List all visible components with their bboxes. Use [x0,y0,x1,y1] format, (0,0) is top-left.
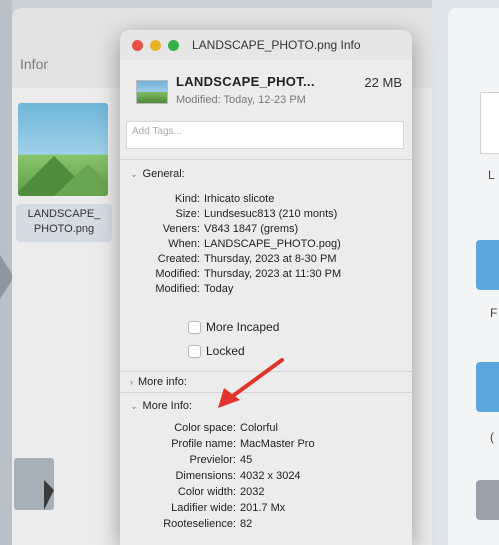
more-info-value: MacMaster Pro [240,438,315,450]
zoom-button[interactable] [168,40,179,51]
more-info-value: 45 [240,454,253,466]
close-button[interactable] [132,40,143,51]
general-key: Size: [175,208,200,220]
tags-input[interactable]: Add Tags... [126,121,404,149]
minimize-button[interactable] [150,40,161,51]
general-key: When: [168,238,200,250]
more-incaped-label: More Incaped [206,320,280,334]
more-info-expanded-toggle[interactable]: ⌄ More Info: [130,400,192,412]
right-item-label: ( [490,430,494,444]
background-window-title: Infor [20,56,49,72]
general-row-when: When: LANDSCAPE_PHOTO.pog) [120,238,412,253]
right-item-label: L [488,168,495,182]
more-info-value: 2032 [240,486,265,498]
locked-checkbox[interactable] [188,345,201,358]
general-key: Kind: [174,193,200,205]
more-info-key: Color width: [177,486,236,498]
general-row-veners: Veners: V843 1847 (grems) [120,223,412,238]
general-row-modified-today: Modified: Today [120,283,412,298]
file-modified-date: Modified: Today, 12-23 PM [176,94,306,106]
more-info-key: Rooteselience: [163,518,236,530]
mouse-cursor-icon [44,480,54,510]
more-info-row-rooteselience: Rooteselience: 82 [120,518,412,533]
more-info-value: 4032 x 3024 [240,470,301,482]
chevron-down-icon: ⌄ [130,169,138,179]
mountain-shape [54,164,108,196]
more-info-key: Ladifier wide: [171,502,236,514]
general-section-label: General: [142,168,185,180]
image-file-icon [136,80,168,104]
folder-icon[interactable] [476,480,499,520]
more-info-key: Dimensions: [175,470,236,482]
general-value: Thursday, 2023 at 8-30 PM [204,253,337,265]
general-row-kind: Kind: Irhicato slicote [120,193,412,208]
file-name: LANDSCAPE_PHOT... [176,74,315,89]
general-row-created: Created: Thursday, 2023 at 8-30 PM [120,253,412,268]
more-info-key: Color space: [174,422,236,434]
more-info-row-dimensions: Dimensions: 4032 x 3024 [120,470,412,485]
document-icon[interactable] [480,92,499,154]
more-info-key: Previelor: [189,454,236,466]
info-window-titlebar[interactable]: LANDSCAPE_PHOTO.png Info [120,30,412,60]
general-value: Irhicato slicote [204,193,275,205]
more-info-collapsed-label: More info: [138,376,187,388]
annotation-arrow-icon [218,358,284,408]
general-value: Today [204,283,234,295]
chevron-right-icon: › [130,377,133,387]
general-key: Modified: [155,268,200,280]
general-value: Lundsesuc813 (210 monts) [204,208,338,220]
folder-icon[interactable] [476,362,499,412]
more-info-value: Colorful [240,422,278,434]
info-window-title: LANDSCAPE_PHOTO.png Info [192,38,361,52]
more-info-row-ladifier-wide: Ladifier wide: 201.7 Mx [120,502,412,517]
more-info-key: Profile name: [171,438,236,450]
selected-file-label[interactable]: LANDSCAPE_ PHOTO.png [16,204,112,242]
general-value: V843 1847 (grems) [204,223,299,235]
section-divider [120,159,412,160]
more-info-value: 82 [240,518,253,530]
folder-icon[interactable] [476,240,499,290]
general-value: Thursday, 2023 at 11:30 PM [204,268,342,280]
landscape-photo-thumbnail[interactable] [18,103,108,196]
file-size: 22 MB [364,75,402,90]
general-section-toggle[interactable]: ⌄ General: [130,168,185,180]
general-value: LANDSCAPE_PHOTO.pog) [204,238,341,250]
general-key: Created: [157,253,200,265]
chevron-down-icon: ⌄ [130,401,138,411]
general-row-modified: Modified: Thursday, 2023 at 11:30 PM [120,268,412,283]
general-key: Modified: [155,283,200,295]
general-row-size: Size: Lundsesuc813 (210 monts) [120,208,412,223]
more-info-value: 201.7 Mx [240,502,286,514]
more-info-expanded-label: More Info: [142,400,193,412]
general-key: Veners: [162,223,200,235]
more-info-row-color-width: Color width: 2032 [120,486,412,501]
right-item-label: F [490,306,498,320]
more-incaped-checkbox[interactable] [188,321,201,334]
get-info-window: LANDSCAPE_PHOTO.png Info LANDSCAPE_PHOT.… [120,30,412,545]
more-info-row-color-space: Color space: Colorful [120,422,412,437]
more-info-collapsed-toggle[interactable]: › More info: [130,376,187,388]
more-info-row-profile-name: Profile name: MacMaster Pro [120,438,412,453]
more-info-row-previelor: Previelor: 45 [120,454,412,469]
